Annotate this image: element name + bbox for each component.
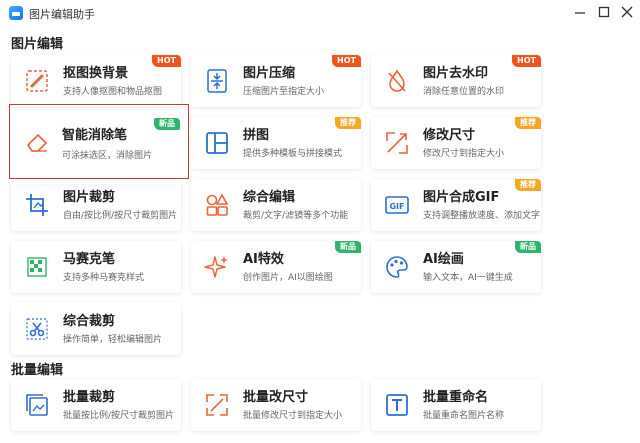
batch-crop-icon (23, 391, 51, 419)
new-badge: 新品 (154, 118, 180, 130)
card-batch-crop[interactable]: 批量裁剪 批量按比例/按尺寸裁剪图片 (11, 379, 181, 431)
card-title: 抠图换背景 (63, 66, 129, 81)
card-title: 马赛克笔 (63, 252, 116, 267)
card-ai-effect[interactable]: AI特效 创作图片，AI以图绘图 新品 (191, 241, 361, 293)
palette-icon (383, 253, 411, 281)
maximize-icon[interactable] (597, 5, 611, 19)
new-badge: 新品 (335, 241, 361, 253)
card-desc: 创作图片，AI以图绘图 (243, 273, 333, 283)
recommend-badge: 推荐 (515, 179, 541, 191)
card-eraser[interactable]: 智能消除笔 可涂抹选区，消除图片 新品 (10, 105, 188, 178)
card-desc: 操作简单，轻松编辑图片 (63, 335, 163, 345)
card-batch-rename[interactable]: 批量重命名 批量重命名图片名称 (371, 379, 541, 431)
section-title-batch: 批量编辑 (11, 363, 64, 378)
card-title: 修改尺寸 (423, 128, 476, 143)
card-desc: 压缩图片至指定大小 (243, 87, 325, 97)
selected-card-highlight: 智能消除笔 可涂抹选区，消除图片 新品 (9, 104, 189, 179)
sparkle-icon (203, 253, 231, 281)
card-desc: 批量修改尺寸到指定大小 (243, 411, 343, 421)
card-title: 批量改尺寸 (243, 390, 309, 405)
hot-badge: HOT (152, 55, 181, 67)
card-desc: 支持人像抠图和物品抠图 (63, 87, 163, 97)
card-desc: 消除任意位置的水印 (423, 87, 505, 97)
card-cutout[interactable]: 抠图换背景 支持人像抠图和物品抠图 HOT (11, 55, 181, 107)
hot-badge: HOT (512, 55, 541, 67)
recommend-badge: 推荐 (515, 117, 541, 129)
card-title: 图片裁剪 (63, 190, 116, 205)
card-title: 批量裁剪 (63, 390, 116, 405)
app-logo-icon (9, 6, 23, 20)
new-badge: 新品 (515, 241, 541, 253)
card-title: 拼图 (243, 128, 270, 143)
card-combo-crop[interactable]: 综合裁剪 操作简单，轻松编辑图片 (11, 303, 181, 355)
section-title-edit: 图片编辑 (11, 37, 64, 52)
svg-text:GIF: GIF (389, 202, 404, 211)
card-title: AI特效 (243, 252, 284, 267)
card-desc: 支持多种马赛克样式 (63, 273, 145, 283)
app-title: 图片编辑助手 (29, 8, 95, 21)
scissors-icon (23, 315, 51, 343)
card-gif[interactable]: GIF 图片合成GIF 支持调整播放速度、添加文字 推荐 (371, 179, 541, 231)
card-desc: 提供多种模板与拼接模式 (243, 149, 343, 159)
recommend-badge: 推荐 (335, 117, 361, 129)
card-title: 图片压缩 (243, 66, 296, 81)
hot-badge: HOT (332, 55, 361, 67)
close-icon[interactable] (620, 5, 634, 19)
card-desc: 裁剪/文字/滤镜等多个功能 (243, 211, 349, 221)
card-desc: 修改尺寸到指定大小 (423, 149, 505, 159)
card-title: 综合裁剪 (63, 314, 116, 329)
card-watermark[interactable]: 图片去水印 消除任意位置的水印 HOT (371, 55, 541, 107)
card-title: AI绘画 (423, 252, 464, 267)
card-resize[interactable]: 修改尺寸 修改尺寸到指定大小 推荐 (371, 117, 541, 169)
card-title: 智能消除笔 (62, 128, 128, 143)
compress-icon (203, 67, 231, 95)
cutout-icon (23, 67, 51, 95)
card-desc: 支持调整播放速度、添加文字 (423, 211, 541, 221)
rename-icon (383, 391, 411, 419)
card-title: 综合编辑 (243, 190, 296, 205)
card-desc: 批量按比例/按尺寸裁剪图片 (63, 411, 175, 421)
card-desc: 输入文本，AI一键生成 (423, 273, 513, 283)
card-batch-resize[interactable]: 批量改尺寸 批量修改尺寸到指定大小 (191, 379, 361, 431)
card-compress[interactable]: 图片压缩 压缩图片至指定大小 HOT (191, 55, 361, 107)
card-desc: 自由/按比例/按尺寸裁剪图片 (63, 211, 178, 221)
eraser-icon (23, 128, 51, 156)
card-title: 图片合成GIF (423, 190, 500, 205)
card-desc: 批量重命名图片名称 (423, 411, 505, 421)
card-crop[interactable]: 图片裁剪 自由/按比例/按尺寸裁剪图片 (11, 179, 181, 231)
gif-icon: GIF (383, 191, 411, 219)
card-title: 批量重命名 (423, 390, 489, 405)
watermark-remove-icon (383, 67, 411, 95)
card-ai-paint[interactable]: AI绘画 输入文本，AI一键生成 新品 (371, 241, 541, 293)
collage-icon (203, 129, 231, 157)
title-bar: 图片编辑助手 (0, 0, 640, 26)
card-mosaic[interactable]: 马赛克笔 支持多种马赛克样式 (11, 241, 181, 293)
card-combo-edit[interactable]: 综合编辑 裁剪/文字/滤镜等多个功能 (191, 179, 361, 231)
mosaic-icon (23, 253, 51, 281)
crop-icon (23, 191, 51, 219)
minimize-icon[interactable] (573, 5, 587, 19)
resize-icon (383, 129, 411, 157)
card-desc: 可涂抹选区，消除图片 (62, 151, 153, 161)
card-collage[interactable]: 拼图 提供多种模板与拼接模式 推荐 (191, 117, 361, 169)
card-title: 图片去水印 (423, 66, 489, 81)
combo-edit-icon (203, 191, 231, 219)
batch-resize-icon (203, 391, 231, 419)
